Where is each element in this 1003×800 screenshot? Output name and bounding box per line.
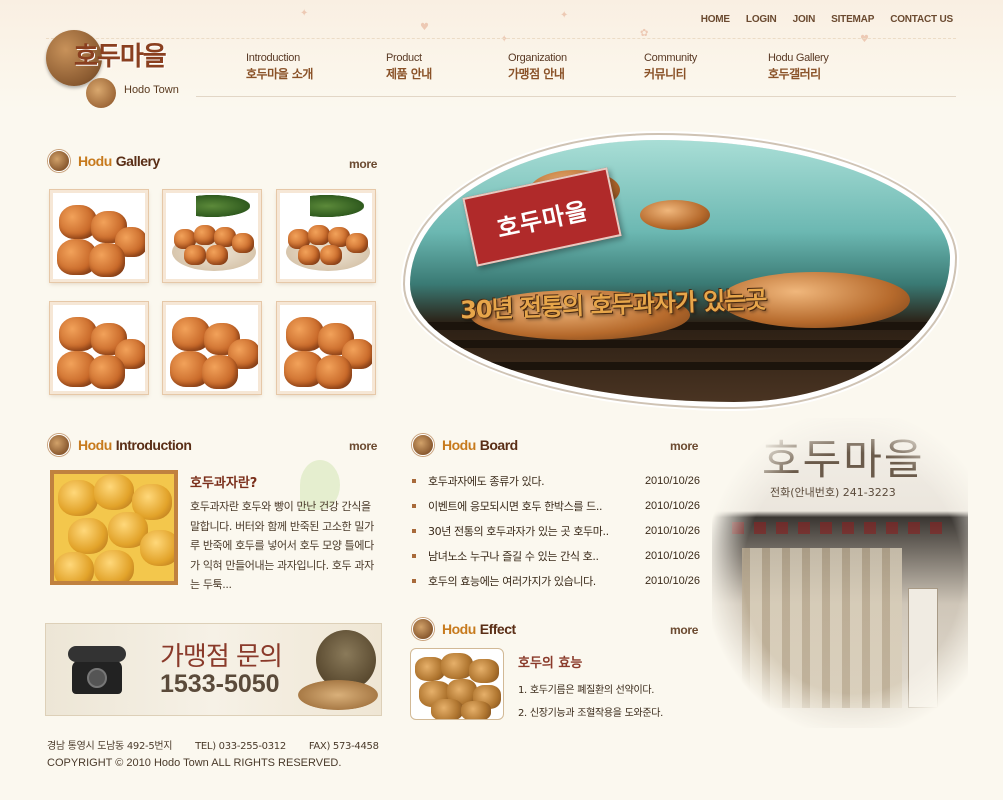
board-row[interactable]: 30년 전통의 호두과자가 있는 곳 호두마.. 2010/10/26	[412, 518, 700, 543]
nav-item-organization[interactable]: Organization 가맹점 안내	[508, 52, 644, 82]
section-title-main: Board	[479, 437, 518, 453]
walnut-kernels-image[interactable]	[410, 648, 504, 720]
utility-nav: HOME LOGIN JOIN SITEMAP CONTACT US	[701, 14, 953, 25]
util-contact-link[interactable]: CONTACT US	[890, 14, 953, 25]
nav-item-en: Organization	[508, 52, 567, 64]
footer-copyright: COPYRIGHT © 2010 Hodo Town ALL RIGHTS RE…	[47, 757, 342, 769]
nav-item-ko: 제품 안내	[386, 67, 432, 81]
gallery-thumb-4[interactable]	[50, 302, 148, 394]
walnut-bullet-icon	[412, 434, 434, 456]
gallery-thumb-3[interactable]	[277, 190, 375, 282]
nav-item-ko: 커뮤니티	[644, 67, 687, 81]
main-nav: Introduction 호두마을 소개 Product 제품 안내 Organ…	[246, 52, 888, 82]
banner-image	[410, 140, 950, 402]
board-post-date: 2010/10/26	[644, 574, 700, 587]
telephone-icon	[68, 642, 126, 694]
nav-item-gallery[interactable]: Hodu Gallery 호두갤러리	[768, 52, 888, 82]
gallery-thumb-5[interactable]	[163, 302, 261, 394]
storefront-tel: 전화(안내번호) 241-3223	[770, 486, 896, 499]
nav-item-ko: 호두갤러리	[768, 67, 821, 81]
nav-item-community[interactable]: Community 커뮤니티	[644, 52, 768, 82]
effect-more-link[interactable]: more	[670, 623, 698, 637]
storefront-photo: 호두마을 전화(안내번호) 241-3223	[712, 418, 968, 728]
footer-fax: FAX) 573-4458	[308, 741, 379, 752]
section-title-prefix: Hodu	[442, 621, 476, 637]
effect-item: 1. 호두기름은 폐질환의 선약이다.	[518, 685, 655, 696]
walnut-small-icon	[86, 78, 116, 108]
footer-address: 경남 통영시 도남동 492-5번지	[47, 741, 173, 752]
main-banner[interactable]: 호두마을 30년 전통의 호두과자가 있는곳	[410, 140, 950, 402]
effect-heading: 호두의 효능	[518, 656, 583, 671]
nav-divider	[196, 96, 956, 97]
board-post-title[interactable]: 남녀노소 누구나 즐길 수 있는 간식 호..	[412, 548, 599, 564]
nav-item-en: Product	[386, 52, 422, 64]
util-home-link[interactable]: HOME	[701, 14, 730, 25]
section-title-main: Effect	[479, 621, 516, 637]
introduction-image[interactable]	[50, 470, 178, 585]
board-post-title[interactable]: 호두과자에도 종류가 있다.	[412, 473, 545, 489]
board-row[interactable]: 호두과자에도 종류가 있다. 2010/10/26	[412, 468, 700, 493]
logo-english-text: Hodo Town	[124, 84, 179, 96]
gallery-section-title: Hodu Gallery	[48, 150, 160, 172]
introduction-section-title: Hodu Introduction	[48, 434, 192, 456]
board-row[interactable]: 남녀노소 누구나 즐길 수 있는 간식 호.. 2010/10/26	[412, 543, 700, 568]
gallery-thumb-6[interactable]	[277, 302, 375, 394]
gallery-more-link[interactable]: more	[349, 157, 377, 171]
banner-stamp-text: 호두마을	[494, 195, 591, 243]
introduction-text: 호두과자란 호두와 빵이 만난 건강 간식을 말합니다. 버터와 함께 반죽된 …	[190, 500, 374, 591]
board-post-title[interactable]: 30년 전통의 호두과자가 있는 곳 호두마..	[412, 523, 609, 539]
introduction-question: 호두과자란?	[190, 476, 258, 491]
board-row[interactable]: 이벤트에 응모되시면 호두 한박스를 드.. 2010/10/26	[412, 493, 700, 518]
effect-section-title: Hodu Effect	[412, 618, 516, 640]
board-list: 호두과자에도 종류가 있다. 2010/10/26 이벤트에 응모되시면 호두 …	[412, 468, 700, 593]
board-more-link[interactable]: more	[670, 439, 698, 453]
board-post-date: 2010/10/26	[644, 474, 700, 487]
section-title-prefix: Hodu	[442, 437, 476, 453]
logo-korean-text: 호두마을	[74, 42, 167, 72]
section-title-main: Gallery	[115, 153, 160, 169]
board-post-date: 2010/10/26	[644, 524, 700, 537]
storefront-sign: 호두마을	[762, 435, 925, 484]
walnut-bullet-icon	[48, 434, 70, 456]
nav-item-ko: 호두마을 소개	[246, 67, 313, 81]
nav-item-en: Introduction	[246, 52, 300, 64]
franchise-inquiry-banner[interactable]: 가맹점 문의 1533-5050	[45, 623, 382, 716]
inquiry-label: 가맹점 문의	[160, 642, 283, 672]
board-post-date: 2010/10/26	[644, 549, 700, 562]
section-title-main: Introduction	[115, 437, 192, 453]
effect-item: 2. 신장기능과 조혈작용을 도와준다.	[518, 708, 664, 719]
effect-list: 1. 호두기름은 폐질환의 선약이다. 2. 신장기능과 조혈작용을 도와준다.	[518, 679, 663, 725]
util-sitemap-link[interactable]: SITEMAP	[831, 14, 874, 25]
gallery-thumb-1[interactable]	[50, 190, 148, 282]
board-section-title: Hodu Board	[412, 434, 518, 456]
footer-address-line: 경남 통영시 도남동 492-5번지 TEL) 033-255-0312 FAX…	[47, 737, 399, 752]
section-title-prefix: Hodu	[78, 153, 112, 169]
board-row[interactable]: 호두의 효능에는 여러가지가 있습니다. 2010/10/26	[412, 568, 700, 593]
nav-item-en: Hodu Gallery	[768, 52, 829, 64]
footer-tel: TEL) 033-255-0312	[195, 741, 286, 752]
util-join-link[interactable]: JOIN	[793, 14, 816, 25]
introduction-more-link[interactable]: more	[349, 439, 377, 453]
nav-item-en: Community	[644, 52, 697, 64]
walnut-bullet-icon	[48, 150, 70, 172]
gallery-thumb-2[interactable]	[163, 190, 261, 282]
nav-item-product[interactable]: Product 제품 안내	[386, 52, 508, 82]
board-post-date: 2010/10/26	[644, 499, 700, 512]
util-login-link[interactable]: LOGIN	[746, 14, 777, 25]
nuts-image	[298, 680, 378, 710]
walnut-bullet-icon	[412, 618, 434, 640]
nav-item-introduction[interactable]: Introduction 호두마을 소개	[246, 52, 386, 82]
board-post-title[interactable]: 이벤트에 응모되시면 호두 한박스를 드..	[412, 498, 603, 514]
inquiry-phone: 1533-5050	[160, 670, 280, 698]
site-logo[interactable]: 호두마을 Hodo Town	[46, 30, 186, 110]
board-post-title[interactable]: 호두의 효능에는 여러가지가 있습니다.	[412, 573, 596, 589]
section-title-prefix: Hodu	[78, 437, 112, 453]
nav-item-ko: 가맹점 안내	[508, 67, 565, 81]
